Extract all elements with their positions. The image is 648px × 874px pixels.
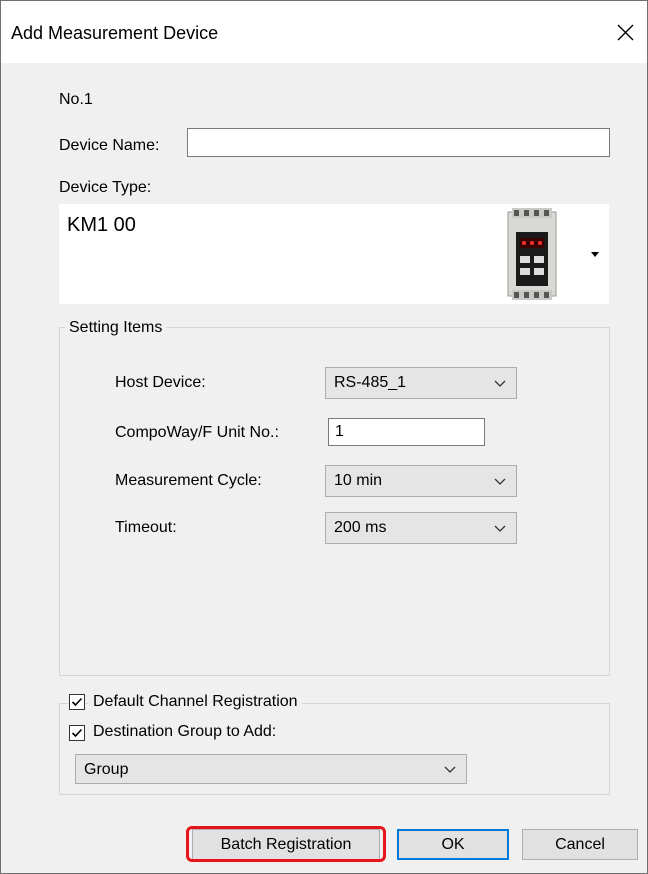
add-measurement-device-dialog: Add Measurement Device No.1 Device Name:… [0,0,648,874]
timeout-label: Timeout: [115,519,177,536]
checkmark-icon [71,728,83,738]
device-name-input[interactable] [187,128,610,157]
batch-registration-highlight [186,826,386,862]
destination-group-select[interactable]: Group [75,754,467,784]
timeout-value: 200 ms [334,519,387,536]
destination-group-checkbox[interactable] [69,725,85,741]
device-type-label: Device Type: [59,179,152,196]
measurement-cycle-label: Measurement Cycle: [115,472,262,489]
device-type-selector[interactable]: KM1 00 [59,204,581,304]
destination-group-label: Destination Group to Add: [93,723,277,740]
setting-items-legend: Setting Items [65,319,167,337]
ok-button[interactable]: OK [397,829,509,860]
measurement-cycle-select[interactable]: 10 min [325,465,517,497]
chevron-down-icon [444,766,456,773]
chevron-down-icon [494,525,506,532]
title-bar: Add Measurement Device [1,1,647,63]
chevron-down-icon [494,478,506,485]
checkmark-icon [71,697,83,707]
unit-no-input[interactable] [328,418,485,446]
device-name-label: Device Name: [59,137,160,154]
window-title: Add Measurement Device [11,23,219,43]
unit-no-label: CompoWay/F Unit No.: [115,424,279,441]
timeout-select[interactable]: 200 ms [325,512,517,544]
caret-down-icon [591,251,599,257]
device-module-icon [507,208,557,300]
cancel-button[interactable]: Cancel [522,829,638,860]
chevron-down-icon [494,380,506,387]
device-type-dropdown-button[interactable] [581,204,609,304]
device-number-label: No.1 [59,91,93,108]
host-device-value: RS-485_1 [334,374,407,391]
measurement-cycle-value: 10 min [334,472,383,489]
destination-group-value: Group [84,761,129,778]
close-button[interactable] [603,1,647,63]
device-type-value: KM1 00 [67,214,136,236]
default-channel-label: Default Channel Registration [89,693,302,711]
host-device-label: Host Device: [115,374,206,391]
default-channel-checkbox[interactable] [69,694,85,710]
host-device-select[interactable]: RS-485_1 [325,367,517,399]
close-icon [617,24,633,40]
